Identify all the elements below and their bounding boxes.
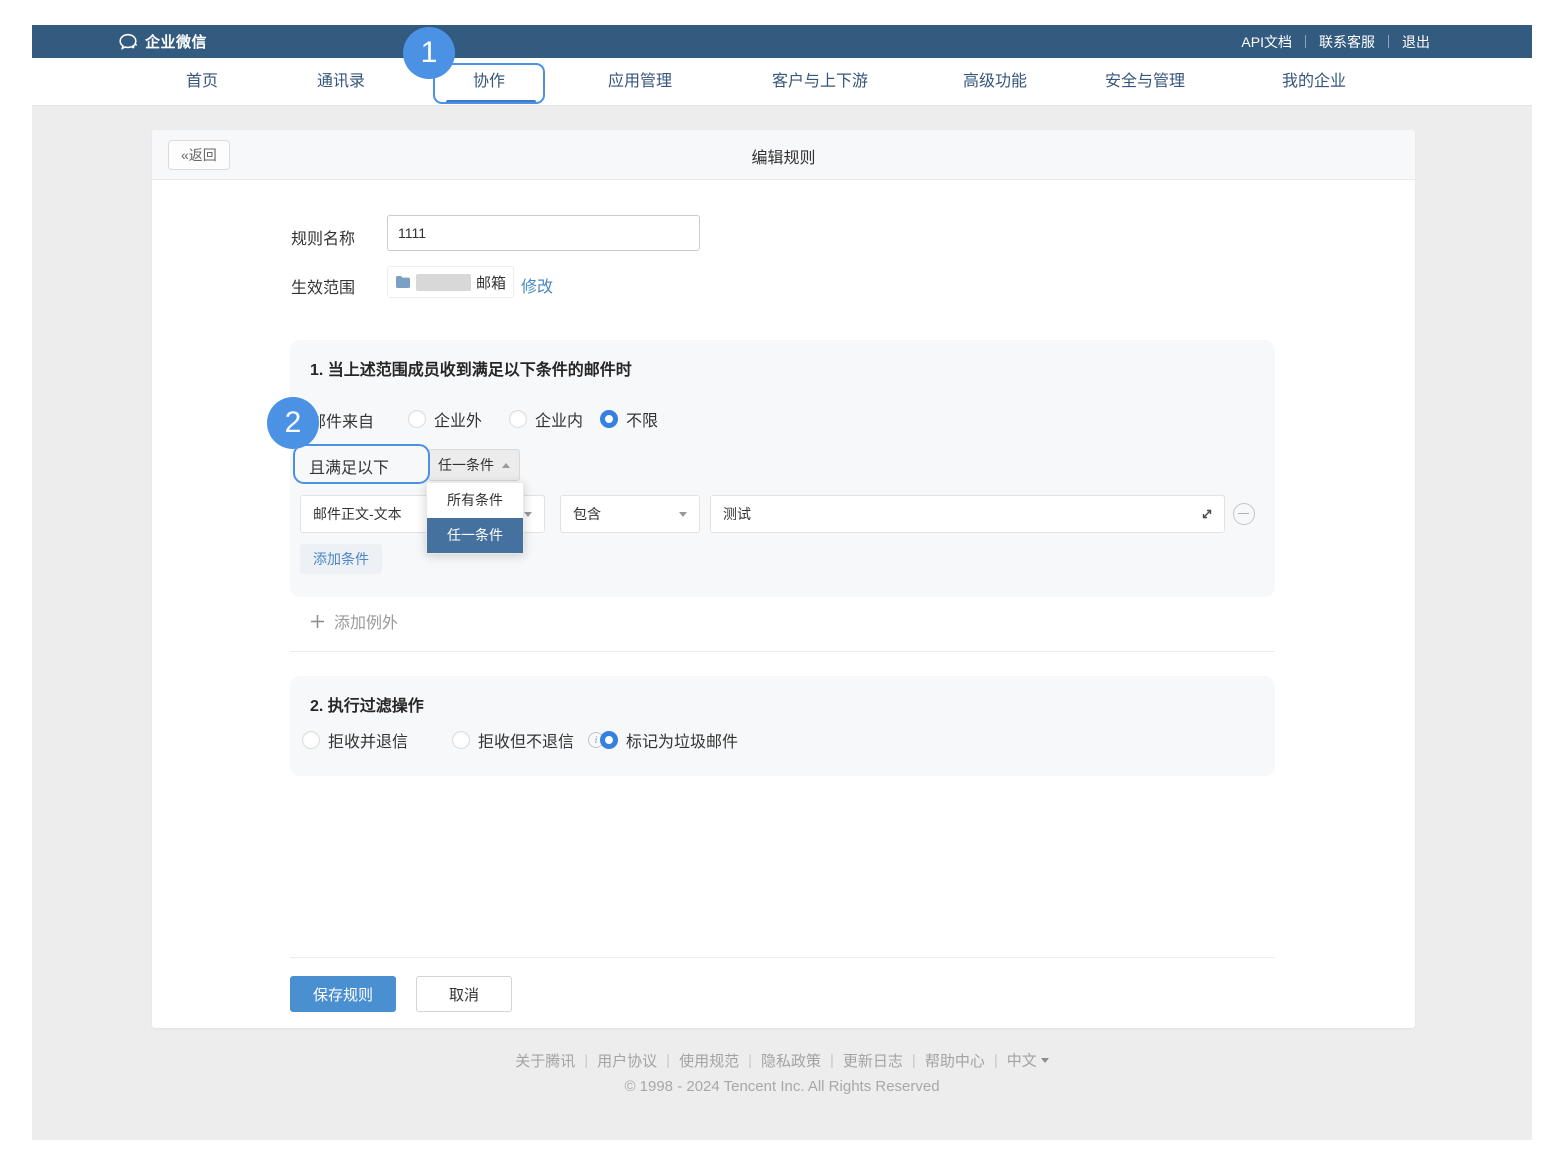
match-type-menu: 所有条件 任一条件	[426, 482, 524, 554]
wecom-bubble-icon	[117, 31, 139, 53]
condition-value-input[interactable]	[710, 495, 1225, 533]
rule-name-input[interactable]	[387, 215, 700, 251]
scope-value-box: 邮箱	[387, 266, 514, 298]
divider	[290, 957, 1275, 958]
radio-reject-and-bounce[interactable]: 拒收并退信	[302, 728, 408, 752]
divider	[994, 1052, 998, 1069]
section2-title: 2. 执行过滤操作	[310, 692, 424, 716]
footer-about-tencent[interactable]: 关于腾讯	[515, 1053, 575, 1070]
section1-title: 1. 当上述范围成员收到满足以下条件的邮件时	[310, 356, 632, 380]
annotation-highlight-collaboration-tab	[433, 63, 545, 104]
folder-icon	[395, 275, 411, 289]
match-type-value: 任一条件	[438, 455, 502, 475]
radio-reject-no-bounce[interactable]: 拒收但不退信	[452, 728, 604, 752]
footer-changelog[interactable]: 更新日志	[843, 1053, 903, 1070]
condition-operator-select[interactable]: 包含	[560, 495, 700, 533]
divider	[830, 1052, 834, 1069]
footer-help-center[interactable]: 帮助中心	[925, 1053, 985, 1070]
radio-external[interactable]: 企业外	[408, 407, 482, 431]
redacted-scope-name	[416, 274, 471, 291]
radio-label: 企业外	[434, 407, 482, 431]
language-label: 中文	[1007, 1053, 1037, 1070]
expand-icon[interactable]	[1199, 506, 1215, 522]
chevron-down-icon	[679, 512, 687, 517]
main-nav: 首页 通讯录 协作 应用管理 客户与上下游 高级功能 安全与管理 我的企业	[32, 58, 1532, 106]
tab-contacts[interactable]: 通讯录	[317, 58, 365, 106]
radio-circle-selected	[600, 410, 618, 428]
add-exception-label: 添加例外	[334, 609, 398, 633]
footer-links: 关于腾讯 用户协议 使用规范 隐私政策 更新日志 帮助中心 中文	[32, 1050, 1532, 1071]
api-docs-link[interactable]: API文档	[1241, 32, 1292, 52]
footer-user-agreement[interactable]: 用户协议	[597, 1053, 657, 1070]
add-exception-button[interactable]: 添加例外	[310, 609, 398, 633]
contact-support-link[interactable]: 联系客服	[1319, 32, 1375, 52]
radio-label: 拒收但不退信	[478, 728, 574, 752]
tab-security-management[interactable]: 安全与管理	[1105, 58, 1185, 106]
section-filter-action	[290, 676, 1275, 776]
radio-circle	[509, 410, 527, 428]
footer-usage-rules[interactable]: 使用规范	[679, 1053, 739, 1070]
menu-item-any-condition[interactable]: 任一条件	[427, 518, 523, 553]
radio-circle-selected	[600, 731, 618, 749]
radio-label: 企业内	[535, 407, 583, 431]
tab-app-management[interactable]: 应用管理	[608, 58, 672, 106]
radio-internal[interactable]: 企业内	[509, 407, 583, 431]
copyright-text: © 1998 - 2024 Tencent Inc. All Rights Re…	[32, 1078, 1532, 1095]
match-type-dropdown[interactable]: 任一条件	[428, 449, 520, 481]
tab-customers[interactable]: 客户与上下游	[772, 58, 868, 106]
scope-name-suffix: 邮箱	[476, 272, 506, 293]
tab-advanced-features[interactable]: 高级功能	[963, 58, 1027, 106]
condition-value-wrap	[710, 495, 1225, 533]
annotation-step-2-badge: 2	[267, 397, 319, 449]
rule-name-label: 规则名称	[291, 225, 355, 249]
topbar: 企业微信 API文档 联系客服 退出	[32, 25, 1532, 58]
condition-operator-value: 包含	[573, 504, 679, 524]
screen: 企业微信 API文档 联系客服 退出 首页 通讯录 协作 应用管理 客户与上下游…	[0, 0, 1545, 1161]
card-header: «返回 编辑规则	[152, 130, 1415, 180]
add-condition-button[interactable]: 添加条件	[300, 544, 382, 574]
language-selector[interactable]: 中文	[1007, 1051, 1049, 1068]
divider	[666, 1052, 670, 1069]
plus-icon	[310, 614, 325, 629]
tab-home[interactable]: 首页	[186, 58, 218, 106]
modify-scope-link[interactable]: 修改	[521, 273, 553, 297]
divider	[290, 651, 1275, 652]
match-prefix-label: 且满足以下	[309, 454, 389, 478]
save-rule-button[interactable]: 保存规则	[290, 976, 396, 1012]
radio-mark-as-spam[interactable]: 标记为垃圾邮件	[600, 728, 738, 752]
logout-link[interactable]: 退出	[1402, 32, 1430, 52]
divider	[584, 1052, 588, 1069]
radio-circle	[452, 731, 470, 749]
brand-name: 企业微信	[145, 31, 207, 52]
divider	[748, 1052, 752, 1069]
radio-circle	[302, 731, 320, 749]
cancel-button[interactable]: 取消	[416, 976, 512, 1012]
page-title: 编辑规则	[152, 144, 1415, 168]
scope-label: 生效范围	[291, 274, 355, 298]
footer-privacy-policy[interactable]: 隐私政策	[761, 1053, 821, 1070]
tab-my-company[interactable]: 我的企业	[1282, 58, 1346, 106]
menu-item-all-conditions[interactable]: 所有条件	[427, 483, 523, 518]
chevron-down-icon	[1041, 1058, 1049, 1063]
radio-circle	[408, 410, 426, 428]
divider	[1305, 35, 1306, 48]
radio-label: 标记为垃圾邮件	[626, 728, 738, 752]
radio-label: 不限	[626, 407, 658, 431]
radio-label: 拒收并退信	[328, 728, 408, 752]
divider	[1388, 35, 1389, 48]
remove-condition-button[interactable]	[1233, 503, 1255, 525]
chevron-down-icon	[524, 512, 532, 517]
divider	[912, 1052, 916, 1069]
topbar-links: API文档 联系客服 退出	[1241, 25, 1430, 58]
annotation-step-1-badge: 1	[403, 27, 455, 79]
radio-unlimited[interactable]: 不限	[600, 407, 658, 431]
brand-logo[interactable]: 企业微信	[117, 25, 207, 58]
mail-from-label: 邮件来自	[310, 408, 374, 432]
chevron-up-icon	[502, 463, 510, 468]
